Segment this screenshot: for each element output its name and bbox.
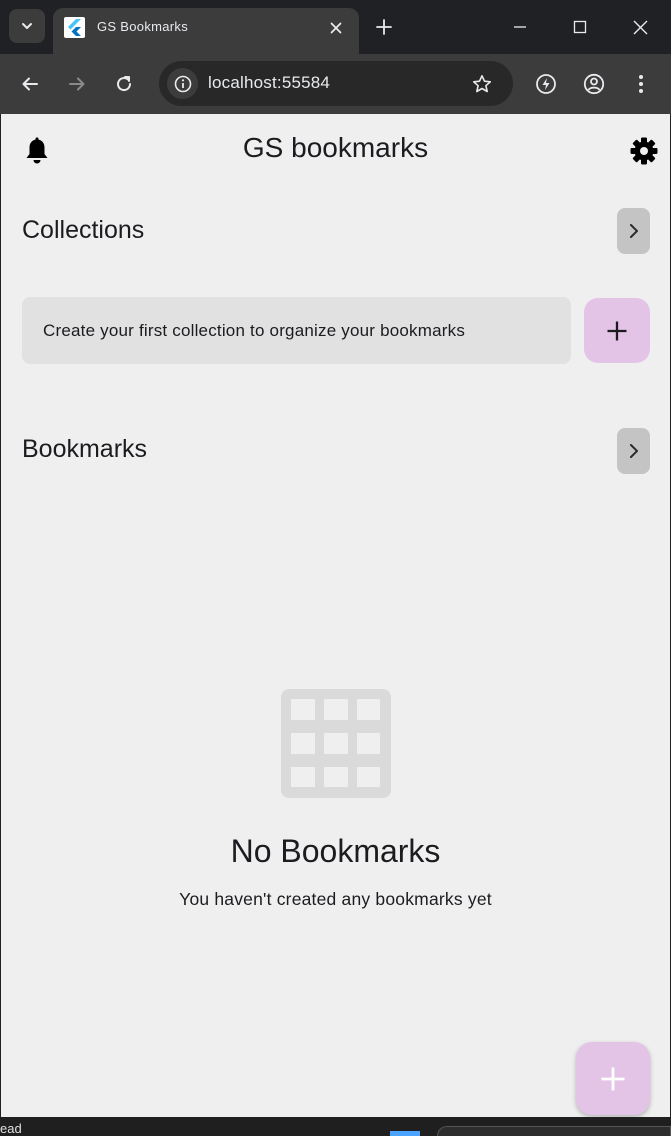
chevron-down-icon [22, 23, 32, 29]
profile-button[interactable] [578, 68, 610, 100]
os-taskbar: ead [0, 1117, 671, 1136]
performance-button[interactable] [530, 68, 562, 100]
tab-search-button[interactable] [9, 9, 45, 43]
address-bar[interactable]: localhost:55584 [159, 61, 513, 106]
chevron-right-icon [629, 444, 638, 458]
maximize-button[interactable] [560, 8, 600, 46]
minimize-button[interactable] [500, 8, 540, 46]
collections-heading: Collections [22, 216, 145, 244]
add-bookmark-fab[interactable] [576, 1042, 650, 1115]
taskbar-text: ead [0, 1121, 22, 1136]
grid-icon [281, 689, 391, 798]
forward-button[interactable] [61, 68, 93, 100]
arrow-left-icon [22, 77, 38, 91]
tab-title: GS Bookmarks [97, 19, 189, 34]
site-info-button[interactable] [167, 68, 198, 99]
maximize-icon [573, 20, 587, 34]
collections-expand-button[interactable] [617, 208, 650, 254]
taskbar-search-box[interactable] [437, 1126, 671, 1136]
back-button[interactable] [14, 68, 46, 100]
reload-button[interactable] [108, 68, 140, 100]
empty-state-subtitle: You haven't created any bookmarks yet [179, 889, 492, 909]
bookmark-star-button[interactable] [467, 69, 497, 99]
close-window-button[interactable] [620, 8, 660, 46]
bookmarks-expand-button[interactable] [617, 428, 650, 474]
plus-icon [601, 1067, 625, 1090]
url-text[interactable]: localhost:55584 [208, 73, 330, 93]
tab-close-button[interactable] [324, 16, 348, 40]
browser-menu-button[interactable] [625, 68, 657, 100]
info-icon [174, 75, 191, 92]
close-icon [330, 22, 342, 34]
close-icon [633, 20, 647, 34]
kebab-icon [639, 75, 643, 93]
browser-tab[interactable]: GS Bookmarks [53, 8, 359, 54]
plus-icon [376, 19, 392, 35]
star-icon [472, 75, 492, 93]
profile-icon [583, 73, 605, 95]
collections-empty-card: Create your first collection to organize… [22, 297, 571, 364]
add-collection-button[interactable] [584, 298, 650, 363]
browser-tabstrip: GS Bookmarks [0, 0, 671, 54]
collections-empty-message: Create your first collection to organize… [43, 321, 466, 340]
empty-state-title: No Bookmarks [230, 833, 441, 869]
arrow-right-icon [69, 77, 85, 91]
new-tab-button[interactable] [370, 13, 398, 41]
app-viewport: GS bookmarks Collections Create your fir… [1, 114, 670, 1117]
reload-icon [117, 76, 132, 92]
windows-start-icon[interactable] [390, 1131, 420, 1136]
plus-icon [607, 321, 627, 340]
gear-icon [630, 137, 658, 165]
minimize-icon [514, 26, 526, 28]
lightning-icon [536, 74, 556, 94]
browser-toolbar: localhost:55584 [0, 54, 671, 114]
app-title: GS bookmarks [242, 132, 429, 163]
flutter-icon [64, 17, 85, 38]
bookmarks-heading: Bookmarks [22, 435, 148, 463]
chevron-right-icon [629, 224, 638, 238]
settings-button[interactable] [629, 136, 659, 166]
